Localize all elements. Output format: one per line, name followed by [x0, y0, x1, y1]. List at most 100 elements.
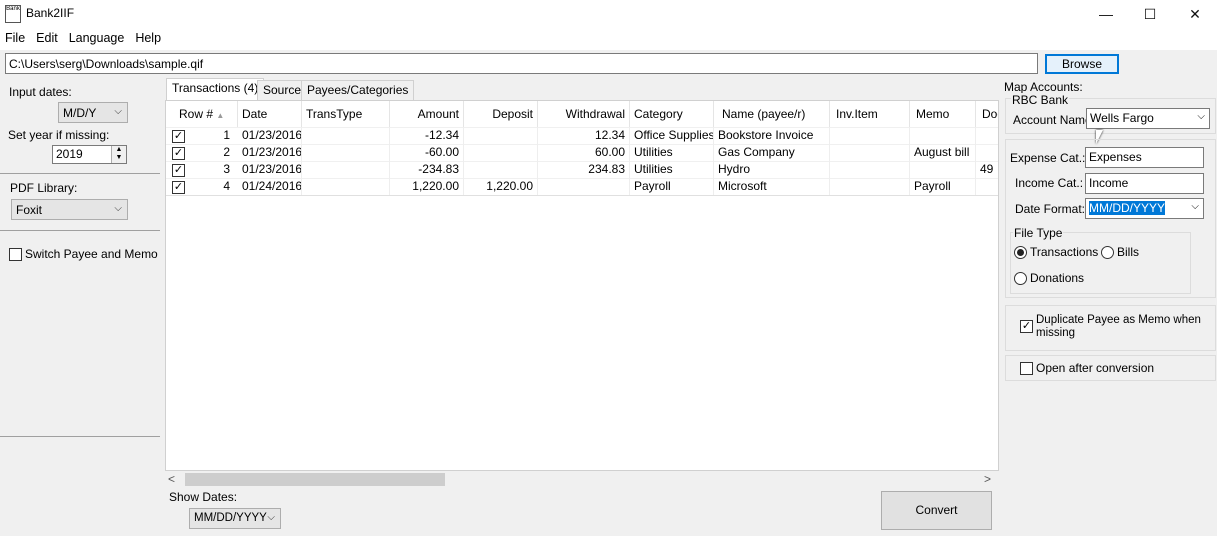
chevron-down-icon: ⌵ [1191, 201, 1199, 212]
year-stepper[interactable]: ▲ ▼ [111, 146, 126, 163]
tab-payees-categories[interactable]: Payees/Categories [301, 80, 415, 100]
cell-row-number: 4 [223, 179, 230, 193]
divider [166, 195, 998, 196]
menu-language[interactable]: Language [64, 28, 131, 50]
cell-doc: 49 [980, 162, 994, 176]
chevron-down-icon: ⌵ [114, 203, 122, 214]
cell-category: Office Supplies [630, 127, 714, 144]
cell-date: 01/24/2016 [238, 178, 302, 195]
year-value: 2019 [56, 147, 83, 161]
column-header-amount[interactable]: Amount [390, 101, 464, 127]
radio-unselected-icon[interactable] [1101, 245, 1114, 259]
column-header-deposit[interactable]: Deposit [464, 101, 538, 127]
duplicate-payee-label: Duplicate Payee as Memo when missing [1036, 314, 1201, 339]
column-header-row[interactable]: Row # ▲ [166, 101, 238, 127]
cell-amount: -234.83 [390, 161, 464, 178]
cell-withdrawal: 60.00 [538, 144, 630, 161]
column-header-withdrawal[interactable]: Withdrawal [538, 101, 630, 127]
scroll-right-icon[interactable]: > [984, 472, 991, 486]
arrow-down-icon[interactable]: ▼ [112, 154, 126, 162]
checkbox-unchecked-icon[interactable] [1020, 361, 1033, 375]
table-row[interactable]: ✓ 1 01/23/2016 -12.34 12.34 Office Suppl… [166, 127, 998, 144]
cell-memo [910, 127, 976, 144]
cell-doc [976, 144, 998, 161]
cell-category: Utilities [630, 161, 714, 178]
expense-cat-label: Expense Cat.: [1010, 151, 1086, 165]
year-label: Set year if missing: [8, 128, 110, 142]
column-header-category[interactable]: Category [630, 101, 714, 127]
arrow-up-icon[interactable]: ▲ [112, 146, 126, 154]
cell-row-number: 1 [223, 128, 230, 142]
column-header-date[interactable]: Date [238, 101, 302, 127]
minimize-button[interactable]: — [1083, 0, 1129, 28]
date-format-select[interactable]: MM/DD/YYYY ⌵ [1085, 198, 1204, 219]
checkbox-checked-icon[interactable]: ✓ [172, 130, 185, 143]
app-icon: Bank [5, 5, 21, 23]
title-bar [0, 0, 1217, 28]
cell-date: 01/23/2016 [238, 161, 302, 178]
cell-memo: Payroll [910, 178, 976, 195]
checkbox-checked-icon[interactable]: ✓ [172, 147, 185, 160]
cell-inv-item [830, 127, 910, 144]
open-after-checkbox[interactable]: Open after conversion [1020, 361, 1154, 375]
duplicate-payee-checkbox[interactable]: ✓ Duplicate Payee as Memo when missing [1020, 314, 1210, 340]
sort-ascending-icon: ▲ [216, 111, 225, 120]
horizontal-scrollbar[interactable]: < > [165, 471, 999, 488]
bank-label: RBC Bank [1011, 93, 1070, 107]
menu-file[interactable]: File [0, 28, 31, 50]
switch-payee-memo-label: Switch Payee and Memo [25, 247, 158, 261]
maximize-icon: ☐ [1143, 5, 1157, 22]
radio-selected-icon[interactable] [1014, 245, 1027, 259]
table-row[interactable]: ✓ 3 01/23/2016 -234.83 234.83 Utilities … [166, 161, 998, 178]
file-type-transactions-radio[interactable]: Transactions [1014, 245, 1098, 259]
column-header-memo[interactable]: Memo [910, 101, 976, 127]
show-dates-select[interactable]: MM/DD/YYYY ⌵ [189, 508, 281, 529]
chevron-down-icon: ⌵ [1197, 111, 1205, 122]
input-dates-select[interactable]: M/D/Y ⌵ [58, 102, 128, 123]
cell-doc [976, 127, 998, 144]
checkbox-checked-icon[interactable]: ✓ [172, 164, 185, 177]
cell-inv-item [830, 144, 910, 161]
scroll-left-icon[interactable]: < [168, 472, 175, 486]
column-header-name[interactable]: Name (payee/r) [714, 101, 830, 127]
cell-withdrawal [538, 178, 630, 195]
cell-transtype [302, 144, 390, 161]
account-name-select[interactable]: Wells Fargo ⌵ [1086, 108, 1210, 129]
column-header-doc[interactable]: Doc [976, 101, 998, 127]
table-row[interactable]: ✓ 2 01/23/2016 -60.00 60.00 Utilities Ga… [166, 144, 998, 161]
file-type-bills-radio[interactable]: Bills [1101, 245, 1139, 259]
table-row[interactable]: ✓ 4 01/24/2016 1,220.00 1,220.00 Payroll… [166, 178, 998, 195]
tab-transactions[interactable]: Transactions (4) [166, 78, 265, 100]
convert-button[interactable]: Convert [881, 491, 992, 530]
close-button[interactable]: ✕ [1172, 0, 1217, 28]
cell-deposit [464, 144, 538, 161]
file-type-donations-radio[interactable]: Donations [1014, 271, 1084, 285]
cell-withdrawal: 234.83 [538, 161, 630, 178]
divider [0, 230, 160, 231]
browse-button[interactable]: Browse [1045, 54, 1119, 74]
cell-category: Payroll [630, 178, 714, 195]
maximize-button[interactable]: ☐ [1127, 0, 1173, 28]
file-type-donations-label: Donations [1030, 271, 1085, 285]
checkbox-unchecked-icon[interactable] [9, 247, 22, 261]
file-path-input[interactable]: C:\Users\serg\Downloads\sample.qif [5, 53, 1038, 74]
pdf-library-select[interactable]: Foxit ⌵ [11, 199, 128, 220]
income-cat-input[interactable]: Income [1085, 173, 1204, 194]
switch-payee-memo-checkbox[interactable]: Switch Payee and Memo [9, 247, 158, 261]
open-after-label: Open after conversion [1036, 361, 1155, 375]
cell-category: Utilities [630, 144, 714, 161]
scrollbar-thumb[interactable] [185, 473, 445, 486]
menu-bar: File Edit Language Help [0, 28, 1217, 50]
expense-cat-input[interactable]: Expenses [1085, 147, 1204, 168]
tab-source[interactable]: Source [257, 80, 308, 100]
column-header-inv-item[interactable]: Inv.Item [830, 101, 910, 127]
radio-unselected-icon[interactable] [1014, 271, 1027, 285]
menu-help[interactable]: Help [130, 28, 167, 50]
column-header-transtype[interactable]: TransType [302, 101, 390, 127]
menu-edit[interactable]: Edit [31, 28, 64, 50]
cell-amount: -60.00 [390, 144, 464, 161]
cell-inv-item [830, 161, 910, 178]
divider [0, 173, 160, 174]
checkbox-checked-icon[interactable]: ✓ [1020, 320, 1033, 333]
checkbox-checked-icon[interactable]: ✓ [172, 181, 185, 194]
